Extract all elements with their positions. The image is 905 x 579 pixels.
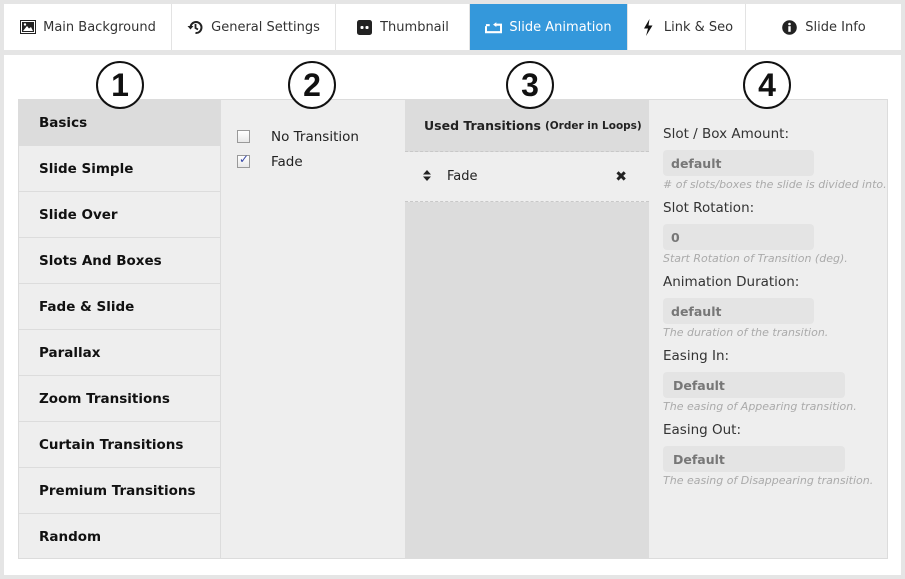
tab-slide-info[interactable]: Slide Info [746,4,901,50]
info-icon [781,19,798,36]
easing-in-select[interactable]: Default [663,372,845,398]
tab-general-settings[interactable]: General Settings [172,4,336,50]
setting-hint: The easing of Appearing transition. [663,400,857,413]
setting-label: Slot Rotation: [663,200,755,216]
category-item-fade-slide[interactable]: Fade & Slide [19,284,220,330]
used-transitions-subtitle: (Order in Loops) [544,119,642,132]
easing-out-select[interactable]: Default [663,446,845,472]
tab-label: Thumbnail [380,19,449,35]
marker-2: 2 [288,61,336,109]
setting-slot-box-amount: Slot / Box Amount: default # of slots/bo… [663,126,887,200]
category-item-curtain-transitions[interactable]: Curtain Transitions [19,422,220,468]
setting-easing-in: Easing In: Default The easing of Appeari… [663,348,887,422]
marker-3: 3 [506,61,554,109]
used-transitions: Used Transitions (Order in Loops) Fade ✖ [405,100,649,558]
setting-label: Slot / Box Amount: [663,126,789,142]
category-item-slots-and-boxes[interactable]: Slots And Boxes [19,238,220,284]
setting-label: Easing Out: [663,422,742,438]
tab-label: Slide Info [805,19,866,35]
thumbnail-icon [356,19,373,36]
tab-label: General Settings [211,19,320,35]
checkbox-checked[interactable] [237,152,250,168]
tab-label: Link & Seo [663,19,734,35]
option-label: Fade [271,153,303,170]
history-icon [187,19,204,36]
animation-duration-input[interactable]: default [663,298,814,324]
used-transitions-title: Used Transitions [424,118,541,133]
setting-animation-duration: Animation Duration: default The duration… [663,274,887,348]
image-icon [19,19,36,36]
category-item-premium-transitions[interactable]: Premium Transitions [19,468,220,514]
marker-1: 1 [96,61,144,109]
category-item-zoom-transitions[interactable]: Zoom Transitions [19,376,220,422]
slot-rotation-input[interactable]: 0 [663,224,814,250]
setting-label: Animation Duration: [663,274,800,290]
loop-icon [485,19,503,36]
setting-hint: The easing of Disappearing transition. [663,474,874,487]
bolt-icon [640,18,657,36]
setting-hint: # of slots/boxes the slide is divided in… [663,178,887,191]
category-list: Basics Slide Simple Slide Over Slots And… [19,100,221,558]
sort-icon[interactable] [423,169,439,184]
option-label: No Transition [271,128,359,145]
tab-main-background[interactable]: Main Background [4,4,172,50]
tab-label: Slide Animation [509,19,612,35]
category-item-slide-over[interactable]: Slide Over [19,192,220,238]
tab-slide-animation[interactable]: Slide Animation [470,4,628,50]
used-transition-label: Fade [447,169,478,184]
close-icon[interactable]: ✖ [615,169,627,185]
used-transition-item[interactable]: Fade ✖ [405,152,649,202]
setting-easing-out: Easing Out: Default The easing of Disapp… [663,422,887,496]
tab-thumbnail[interactable]: Thumbnail [336,4,470,50]
tab-link-seo[interactable]: Link & Seo [628,4,746,50]
animation-grid: Basics Slide Simple Slide Over Slots And… [18,99,888,559]
slot-box-amount-input[interactable]: default [663,150,814,176]
setting-slot-rotation: Slot Rotation: 0 Start Rotation of Trans… [663,200,887,274]
transition-options: No Transition Fade [221,100,405,558]
tab-bar: Main Background General Settings Thumbna… [4,4,901,50]
setting-label: Easing In: [663,348,730,364]
transition-option-fade[interactable]: Fade [221,149,405,174]
setting-hint: Start Rotation of Transition (deg). [663,252,848,265]
tab-label: Main Background [43,19,156,35]
checkbox[interactable] [237,130,250,143]
category-item-random[interactable]: Random [19,514,220,560]
category-item-slide-simple[interactable]: Slide Simple [19,146,220,192]
marker-4: 4 [743,61,791,109]
transition-settings: Slot / Box Amount: default # of slots/bo… [649,100,887,558]
category-item-parallax[interactable]: Parallax [19,330,220,376]
transition-option-no-transition[interactable]: No Transition [221,124,405,149]
setting-hint: The duration of the transition. [663,326,829,339]
